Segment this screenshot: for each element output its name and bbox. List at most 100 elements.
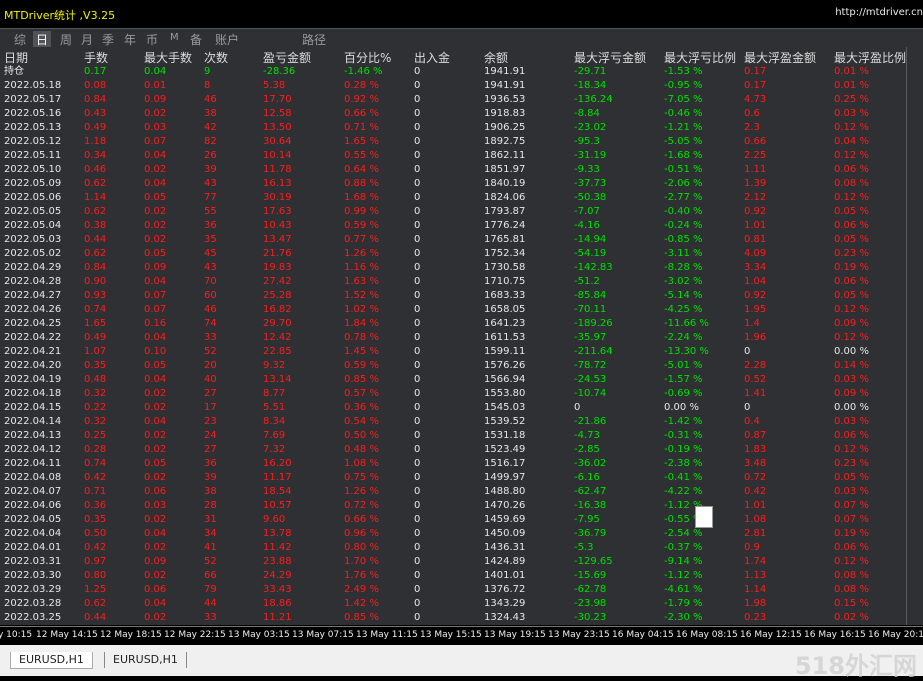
cell-percent: 0.66 % — [344, 514, 379, 525]
table-row[interactable]: 2022.04.15 0.22 0.02 17 5.51 0.36 % 0 1545.03 0 0… — [0, 401, 923, 415]
cell-max-float-loss: -36.02 — [574, 458, 607, 469]
table-row[interactable]: 2022.05.05 0.62 0.02 55 17.63 0.99 % 0 1793.87 -… — [0, 205, 923, 219]
cell-max-float-loss: -78.72 — [574, 360, 607, 371]
table-row[interactable]: 2022.04.01 0.42 0.02 41 11.42 0.80 % 0 1436.31 -… — [0, 541, 923, 555]
cell-balance: 1459.69 — [484, 514, 526, 525]
table-row[interactable]: 2022.05.11 0.34 0.04 26 10.14 0.55 % 0 1862.11 -… — [0, 149, 923, 163]
cell-percent: 1.45 % — [344, 346, 379, 357]
tab-1[interactable]: 日 — [33, 31, 52, 48]
tab-10[interactable]: 路径 — [302, 31, 326, 48]
cell-date: 持仓 — [4, 66, 24, 77]
table-row[interactable]: 2022.04.19 0.48 0.04 40 13.14 0.85 % 0 1566.94 -… — [0, 373, 923, 387]
table-row[interactable]: 2022.04.22 0.49 0.04 33 12.42 0.78 % 0 1611.53 -… — [0, 331, 923, 345]
cell-deposit: 0 — [414, 304, 421, 315]
cell-percent: 百分比% — [344, 51, 392, 65]
table-row[interactable]: 2022.05.16 0.43 0.02 38 12.58 0.66 % 0 1918.83 -… — [0, 107, 923, 121]
cell-max-float-profit-pct: 0.06 % — [834, 542, 869, 553]
cell-pnl: 5.51 — [263, 402, 286, 413]
table-row[interactable]: 2022.04.27 0.93 0.07 60 25.28 1.52 % 0 1683.33 -… — [0, 289, 923, 303]
cell-count: 23 — [204, 416, 217, 427]
tab-6[interactable]: 币 — [146, 31, 158, 48]
tab-0[interactable]: 综 — [14, 31, 26, 48]
tab-3[interactable]: 月 — [81, 31, 93, 48]
table-row[interactable]: 2022.04.14 0.32 0.04 23 8.34 0.54 % 0 1539.52 -2… — [0, 415, 923, 429]
table-row[interactable]: 2022.03.31 0.97 0.09 52 23.88 1.70 % 0 1424.89 -… — [0, 555, 923, 569]
table-row[interactable]: 2022.03.29 1.25 0.06 79 33.43 2.49 % 0 1376.72 -… — [0, 583, 923, 597]
cell-count: 42 — [204, 122, 217, 133]
website-link[interactable]: http://mtdriver.cn — [835, 7, 923, 18]
cell-percent: 1.84 % — [344, 318, 379, 329]
cell-max-float-loss-pct: -1.79 % — [664, 598, 703, 609]
table-row[interactable]: 2022.05.03 0.44 0.02 35 13.47 0.77 % 0 1765.81 -… — [0, 233, 923, 247]
table-row[interactable]: 2022.04.05 0.35 0.02 31 9.60 0.66 % 0 1459.69 -7… — [0, 513, 923, 527]
table-row[interactable]: 2022.04.21 1.07 0.10 52 22.85 1.45 % 0 1599.11 -… — [0, 345, 923, 359]
tab-9[interactable]: 账户 — [215, 31, 239, 48]
table-row[interactable]: 2022.04.18 0.32 0.02 27 8.77 0.57 % 0 1553.80 -1… — [0, 387, 923, 401]
cell-max-float-loss: -23.02 — [574, 122, 607, 133]
cell-pnl: 13.14 — [263, 374, 292, 385]
cell-max-float-profit-pct: 0.03 % — [834, 374, 869, 385]
cell-max-float-profit: 1.14 — [744, 584, 767, 595]
table-row[interactable]: 2022.05.06 1.14 0.05 77 30.19 1.68 % 0 1824.06 -… — [0, 191, 923, 205]
table-row[interactable]: 2022.04.07 0.71 0.06 38 18.54 1.26 % 0 1488.80 -… — [0, 485, 923, 499]
tab-4[interactable]: 季 — [102, 31, 114, 48]
cell-max-float-profit: 0.81 — [744, 234, 767, 245]
table-row[interactable]: 2022.03.28 0.62 0.04 44 18.86 1.42 % 0 1343.29 -… — [0, 597, 923, 611]
table-row[interactable]: 2022.04.26 0.74 0.07 46 16.82 1.02 % 0 1658.05 -… — [0, 303, 923, 317]
cell-max-float-loss: -35.97 — [574, 332, 607, 343]
cell-max-float-profit-pct: 0.08 % — [834, 570, 869, 581]
table-row[interactable]: 2022.05.17 0.84 0.09 46 17.70 0.92 % 0 1936.53 -… — [0, 93, 923, 107]
cell-max-float-loss-pct: -4.22 % — [664, 486, 703, 497]
table-row[interactable]: 2022.04.04 0.50 0.04 34 13.78 0.96 % 0 1450.09 -… — [0, 527, 923, 541]
table-row[interactable]: 2022.04.08 0.42 0.02 39 11.17 0.75 % 0 1499.97 -… — [0, 471, 923, 485]
cell-percent: 0.88 % — [344, 178, 379, 189]
cell-max-float-profit-pct: 0.23 % — [834, 248, 869, 259]
table-row[interactable]: 2022.03.30 0.80 0.02 66 24.29 1.76 % 0 1401.01 -… — [0, 569, 923, 583]
table-row[interactable]: 2022.05.10 0.46 0.02 39 11.78 0.64 % 0 1851.97 -… — [0, 163, 923, 177]
cell-max-lots: 0.04 — [144, 528, 167, 539]
cell-max-float-loss-pct: -3.02 % — [664, 276, 703, 287]
cell-max-lots: 0.10 — [144, 346, 167, 357]
tab-5[interactable]: 年 — [124, 31, 136, 48]
table-row[interactable]: 2022.04.13 0.25 0.02 24 7.69 0.50 % 0 1531.18 -4… — [0, 429, 923, 443]
time-tick: 13 May 19:15 — [484, 630, 546, 640]
table-row[interactable]: 2022.03.25 0.44 0.02 33 11.21 0.85 % 0 1324.43 -… — [0, 611, 923, 625]
table-row[interactable]: 2022.04.29 0.84 0.09 43 19.83 1.16 % 0 1730.58 -… — [0, 261, 923, 275]
cell-max-float-loss: -21.86 — [574, 416, 607, 427]
table-row[interactable]: 2022.05.13 0.49 0.03 42 13.50 0.71 % 0 1906.25 -… — [0, 121, 923, 135]
cell-count: 次数 — [204, 51, 229, 65]
cell-percent: 0.66 % — [344, 108, 379, 119]
table-row[interactable]: 2022.04.20 0.35 0.05 20 9.32 0.59 % 0 1576.26 -7… — [0, 359, 923, 373]
table-row[interactable]: 2022.05.02 0.62 0.05 45 21.76 1.26 % 0 1752.34 -… — [0, 247, 923, 261]
chart-tab-eurusd-1[interactable]: EURUSD,H1 — [10, 652, 93, 669]
cell-balance: 1401.01 — [484, 570, 526, 581]
tab-8[interactable]: 备 — [190, 31, 202, 48]
table-row[interactable]: 2022.04.28 0.90 0.04 70 27.42 1.63 % 0 1710.75 -… — [0, 275, 923, 289]
tab-7[interactable]: M — [170, 32, 179, 43]
cell-pnl: 16.20 — [263, 458, 292, 469]
table-row[interactable]: 2022.05.18 0.08 0.01 8 5.38 0.28 % 0 1941.91 -18… — [0, 79, 923, 93]
table-row[interactable]: 2022.05.12 1.18 0.07 82 30.64 1.65 % 0 1892.75 -… — [0, 135, 923, 149]
table-row[interactable]: 2022.04.25 1.65 0.16 74 29.70 1.84 % 0 1641.23 -… — [0, 317, 923, 331]
table-row[interactable]: 2022.04.12 0.28 0.02 27 7.32 0.48 % 0 1523.49 -2… — [0, 443, 923, 457]
cell-balance: 1641.23 — [484, 318, 526, 329]
tab-2[interactable]: 周 — [60, 31, 72, 48]
cell-max-float-loss-pct: -0.37 % — [664, 542, 703, 553]
time-tick: 12 May 22:15 — [164, 630, 226, 640]
cell-deposit: 0 — [414, 136, 421, 147]
table-row[interactable]: 2022.05.04 0.38 0.02 36 10.43 0.59 % 0 1776.24 -… — [0, 219, 923, 233]
cell-balance: 1658.05 — [484, 304, 526, 315]
cell-max-lots: 0.05 — [144, 360, 167, 371]
table-row[interactable]: 2022.05.09 0.62 0.04 43 16.13 0.88 % 0 1840.19 -… — [0, 177, 923, 191]
table-row[interactable]: 2022.04.06 0.36 0.03 28 10.57 0.72 % 0 1470.26 -… — [0, 499, 923, 513]
chart-tab-eurusd-2[interactable]: EURUSD,H1 — [104, 652, 187, 668]
cell-deposit: 0 — [414, 150, 421, 161]
cell-balance: 1376.72 — [484, 584, 526, 595]
table-row[interactable]: 2022.04.11 0.74 0.05 36 16.20 1.08 % 0 1516.17 -… — [0, 457, 923, 471]
cell-max-float-loss: -23.98 — [574, 598, 607, 609]
cell-percent: 0.75 % — [344, 472, 379, 483]
cell-balance: 1531.18 — [484, 430, 526, 441]
cell-max-float-loss-pct: -7.05 % — [664, 94, 703, 105]
cell-max-float-loss: -29.71 — [574, 66, 607, 77]
cell-pnl: 17.70 — [263, 94, 292, 105]
